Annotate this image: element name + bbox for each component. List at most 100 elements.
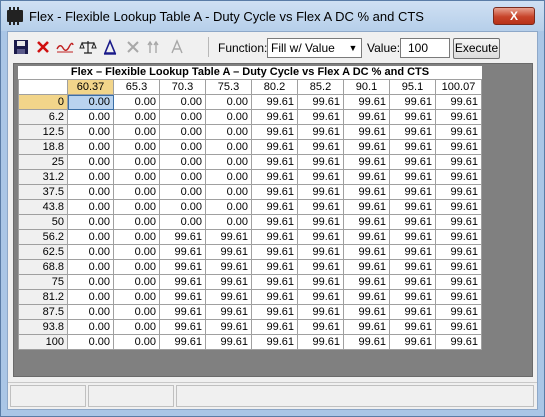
- row-header[interactable]: 56.2: [18, 229, 68, 245]
- table-cell[interactable]: 0.00: [113, 109, 160, 125]
- table-cell[interactable]: 99.61: [297, 304, 344, 320]
- table-cell[interactable]: 99.61: [297, 274, 344, 290]
- table-cell[interactable]: 99.61: [297, 289, 344, 305]
- table-cell[interactable]: 99.61: [205, 259, 252, 275]
- balance-icon[interactable]: [79, 39, 97, 55]
- table-cell[interactable]: 99.61: [389, 109, 436, 125]
- table-cell[interactable]: 99.61: [389, 139, 436, 155]
- table-cell[interactable]: 99.61: [435, 229, 482, 245]
- row-header[interactable]: 93.8: [18, 319, 68, 335]
- table-cell[interactable]: 99.61: [251, 304, 298, 320]
- table-cell[interactable]: 99.61: [251, 214, 298, 230]
- row-header[interactable]: 81.2: [18, 289, 68, 305]
- table-cell[interactable]: 99.61: [205, 244, 252, 260]
- table-cell[interactable]: 99.61: [251, 109, 298, 125]
- table-cell[interactable]: 0.00: [67, 319, 114, 335]
- table-cell[interactable]: 0.00: [67, 109, 114, 125]
- row-header[interactable]: 18.8: [18, 139, 68, 155]
- table-cell[interactable]: 0.00: [159, 124, 206, 140]
- table-cell[interactable]: 99.61: [343, 334, 390, 350]
- table-cell[interactable]: 99.61: [251, 94, 298, 110]
- table-cell[interactable]: 0.00: [205, 169, 252, 185]
- table-cell[interactable]: 99.61: [343, 109, 390, 125]
- table-cell[interactable]: 99.61: [435, 154, 482, 170]
- table-cell[interactable]: 99.61: [251, 124, 298, 140]
- table-cell[interactable]: 99.61: [205, 289, 252, 305]
- table-cell[interactable]: 99.61: [435, 259, 482, 275]
- table-cell[interactable]: 99.61: [435, 334, 482, 350]
- table-cell[interactable]: 99.61: [159, 319, 206, 335]
- table-cell[interactable]: 99.61: [343, 319, 390, 335]
- table-cell[interactable]: 0.00: [67, 304, 114, 320]
- table-cell[interactable]: 99.61: [159, 244, 206, 260]
- column-header[interactable]: 70.3: [159, 79, 206, 95]
- column-header[interactable]: 85.2: [297, 79, 344, 95]
- table-cell[interactable]: 0.00: [113, 319, 160, 335]
- row-header[interactable]: 25: [18, 154, 68, 170]
- table-cell[interactable]: 99.61: [297, 109, 344, 125]
- table-cell[interactable]: 0.00: [67, 169, 114, 185]
- table-cell[interactable]: 0.00: [113, 124, 160, 140]
- table-cell[interactable]: 99.61: [297, 184, 344, 200]
- table-cell[interactable]: 99.61: [251, 274, 298, 290]
- table-cell[interactable]: 99.61: [389, 214, 436, 230]
- table-cell[interactable]: 0.00: [159, 199, 206, 215]
- table-cell[interactable]: 0.00: [67, 259, 114, 275]
- table-cell[interactable]: 99.61: [205, 334, 252, 350]
- table-cell[interactable]: 99.61: [251, 334, 298, 350]
- table-cell[interactable]: 0.00: [205, 199, 252, 215]
- table-cell[interactable]: 0.00: [113, 184, 160, 200]
- table-cell[interactable]: 99.61: [251, 169, 298, 185]
- table-cell[interactable]: 99.61: [343, 94, 390, 110]
- table-cell[interactable]: 99.61: [297, 94, 344, 110]
- table-cell[interactable]: 0.00: [205, 184, 252, 200]
- table-cell[interactable]: 99.61: [205, 319, 252, 335]
- table-cell[interactable]: 0.00: [205, 109, 252, 125]
- table-cell[interactable]: 99.61: [297, 139, 344, 155]
- table-cell[interactable]: 0.00: [159, 169, 206, 185]
- table-cell[interactable]: 99.61: [435, 244, 482, 260]
- table-cell[interactable]: 0.00: [113, 304, 160, 320]
- table-cell[interactable]: 99.61: [343, 184, 390, 200]
- table-cell[interactable]: 0.00: [113, 139, 160, 155]
- table-cell[interactable]: 0.00: [113, 169, 160, 185]
- row-header[interactable]: 75: [18, 274, 68, 290]
- table-cell[interactable]: 99.61: [343, 214, 390, 230]
- table-cell[interactable]: 99.61: [343, 229, 390, 245]
- value-input[interactable]: 100: [400, 38, 450, 58]
- table-cell[interactable]: 99.61: [343, 169, 390, 185]
- table-cell[interactable]: 99.61: [159, 229, 206, 245]
- table-cell[interactable]: 99.61: [159, 274, 206, 290]
- row-header[interactable]: 87.5: [18, 304, 68, 320]
- table-cell[interactable]: 99.61: [159, 289, 206, 305]
- table-cell[interactable]: 99.61: [297, 214, 344, 230]
- column-header[interactable]: 65.3: [113, 79, 160, 95]
- table-cell[interactable]: 0.00: [113, 334, 160, 350]
- row-header[interactable]: 0: [18, 94, 68, 110]
- title-bar[interactable]: Flex - Flexible Lookup Table A - Duty Cy…: [1, 1, 544, 31]
- table-cell[interactable]: 99.61: [251, 154, 298, 170]
- table-cell[interactable]: 0.00: [205, 139, 252, 155]
- table-cell[interactable]: 0.00: [159, 184, 206, 200]
- table-cell[interactable]: 99.61: [435, 304, 482, 320]
- table-cell[interactable]: 99.61: [389, 154, 436, 170]
- table-cell[interactable]: 99.61: [343, 274, 390, 290]
- table-cell[interactable]: 0.00: [159, 214, 206, 230]
- table-cell[interactable]: 0.00: [205, 94, 252, 110]
- table-cell[interactable]: 0.00: [159, 139, 206, 155]
- table-cell[interactable]: 99.61: [343, 259, 390, 275]
- row-header[interactable]: 62.5: [18, 244, 68, 260]
- table-cell[interactable]: 99.61: [343, 154, 390, 170]
- chevron-down-icon[interactable]: ▼: [346, 40, 360, 56]
- row-header[interactable]: 37.5: [18, 184, 68, 200]
- close-button[interactable]: X: [493, 7, 535, 25]
- table-cell[interactable]: 99.61: [297, 259, 344, 275]
- table-cell[interactable]: 99.61: [297, 229, 344, 245]
- table-cell[interactable]: 99.61: [343, 139, 390, 155]
- column-header[interactable]: 90.1: [343, 79, 390, 95]
- table-cell[interactable]: 99.61: [159, 334, 206, 350]
- table-cell[interactable]: 0.00: [67, 94, 114, 110]
- table-cell[interactable]: 0.00: [205, 214, 252, 230]
- table-cell[interactable]: 0.00: [67, 199, 114, 215]
- column-header[interactable]: 100.07: [435, 79, 482, 95]
